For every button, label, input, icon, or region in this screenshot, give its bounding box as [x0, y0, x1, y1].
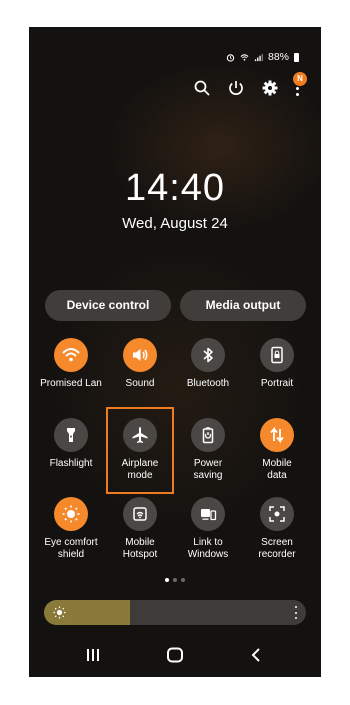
battery-icon: [294, 52, 299, 62]
tile-label: Flashlight: [49, 458, 93, 469]
clock-date: Wed, August 24: [122, 215, 228, 232]
navigation-bar: [29, 647, 321, 669]
page-dot: [173, 578, 177, 582]
recents-icon[interactable]: [85, 647, 101, 663]
portrait-lock-icon: [260, 338, 294, 372]
tile-label: Link to Windows: [187, 537, 229, 560]
tile-flashlight[interactable]: Flashlight: [36, 418, 106, 470]
signal-icon: [254, 53, 263, 61]
header-icons: [193, 79, 299, 97]
back-icon[interactable]: [250, 647, 262, 663]
home-icon[interactable]: [166, 647, 184, 663]
eye-comfort-icon: [54, 497, 88, 531]
tile-label: Sound: [125, 378, 155, 389]
tile-label: Promised Lan: [40, 378, 102, 389]
tile-sound[interactable]: Sound: [105, 338, 175, 390]
bluetooth-icon: [191, 338, 225, 372]
brightness-slider[interactable]: [44, 600, 306, 625]
wifi-icon: [54, 338, 88, 372]
tile-label: Screen recorder: [258, 537, 296, 560]
page-indicator: [29, 578, 321, 582]
screen-recorder-icon: [260, 497, 294, 531]
tile-wifi[interactable]: Promised Lan: [36, 338, 106, 390]
power-saving-icon: [191, 418, 225, 452]
link-windows-icon: [191, 497, 225, 531]
tile-screen-recorder[interactable]: Screen recorder: [242, 497, 312, 560]
status-bar: 88%: [226, 51, 299, 63]
alarm-icon: [226, 53, 235, 62]
mobile-data-icon: [260, 418, 294, 452]
brightness-more-icon[interactable]: [295, 606, 298, 619]
tile-portrait[interactable]: Portrait: [242, 338, 312, 390]
hotspot-icon: [123, 497, 157, 531]
tile-label: Bluetooth: [186, 378, 230, 389]
tile-mobile-hotspot[interactable]: Mobile Hotspot: [105, 497, 175, 560]
tile-label: Mobile Hotspot: [122, 537, 158, 560]
quick-panel: 88% N 14:40 Wed, August 24 Device contro…: [29, 27, 321, 677]
tile-label: Portrait: [260, 378, 294, 389]
tile-eye-comfort-shield[interactable]: Eye comfort shield: [36, 497, 106, 560]
search-icon[interactable]: [193, 79, 211, 97]
media-output-button[interactable]: Media output: [180, 290, 306, 321]
sound-icon: [123, 338, 157, 372]
tile-mobile-data[interactable]: Mobile data: [242, 418, 312, 481]
clock-time: 14:40: [124, 167, 226, 209]
notification-badge: N: [293, 72, 307, 86]
tile-link-to-windows[interactable]: Link to Windows: [173, 497, 243, 560]
flashlight-icon: [54, 418, 88, 452]
power-icon[interactable]: [227, 79, 245, 97]
sun-icon: [53, 606, 66, 619]
settings-icon[interactable]: [261, 79, 279, 97]
highlight-box: [106, 407, 174, 494]
device-control-button[interactable]: Device control: [45, 290, 171, 321]
tile-power-saving[interactable]: Power saving: [173, 418, 243, 481]
tile-label: Power saving: [193, 458, 223, 481]
page-dot: [181, 578, 185, 582]
tile-label: Eye comfort shield: [44, 537, 98, 560]
tile-bluetooth[interactable]: Bluetooth: [173, 338, 243, 390]
wifi-icon: [240, 53, 249, 61]
page-dot: [165, 578, 169, 582]
battery-percent: 88%: [267, 51, 289, 63]
tile-label: Mobile data: [262, 458, 292, 481]
